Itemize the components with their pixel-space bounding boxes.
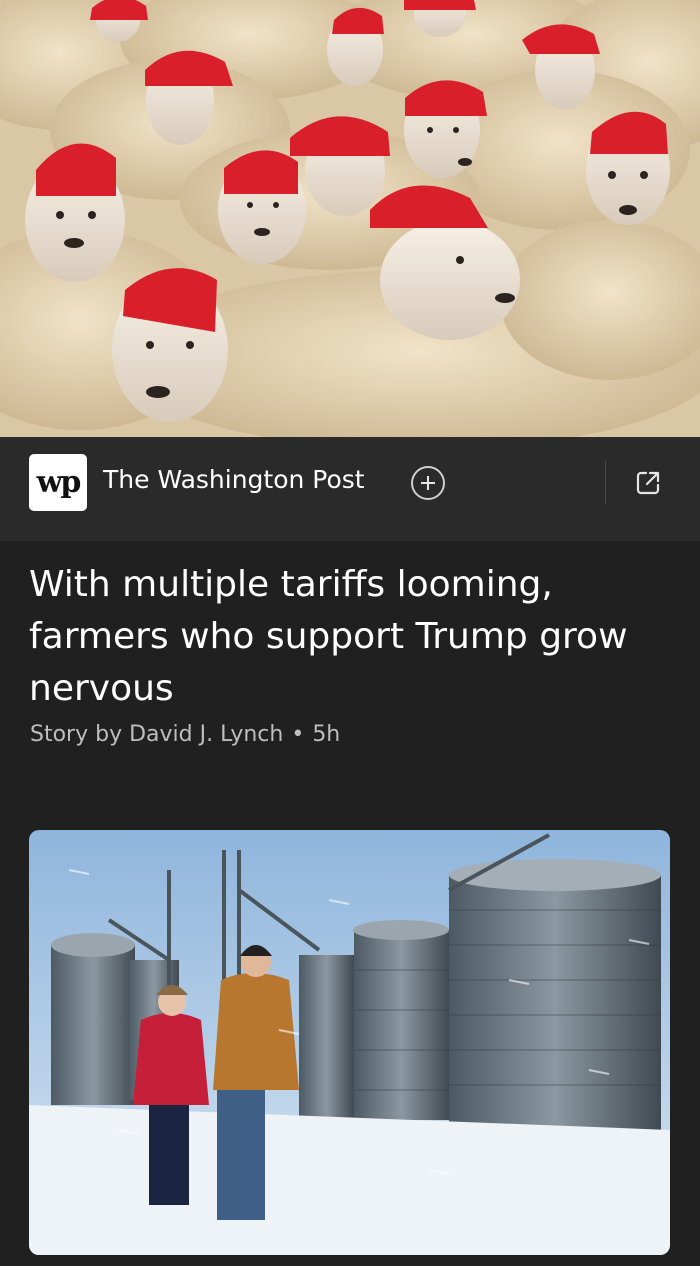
byline: Story by David J. Lynch • 5h	[30, 722, 340, 747]
byline-prefix: Story by	[30, 722, 123, 747]
article-image[interactable]	[29, 830, 670, 1255]
publisher-logo[interactable]: wp	[29, 454, 87, 511]
sheep-photo	[0, 0, 700, 437]
hero-image[interactable]	[0, 0, 700, 437]
farmers-silos-photo	[29, 830, 670, 1255]
publisher-name[interactable]: The Washington Post	[103, 465, 365, 494]
article-headline[interactable]: With multiple tariffs looming, farmers w…	[29, 559, 669, 715]
follow-publisher-button[interactable]	[411, 466, 445, 500]
byline-separator: •	[291, 722, 305, 747]
external-link-icon	[636, 471, 660, 495]
open-external-button[interactable]	[634, 469, 662, 497]
divider	[605, 460, 606, 504]
author-name[interactable]: David J. Lynch	[129, 722, 283, 747]
plus-icon	[421, 476, 435, 490]
article-age: 5h	[312, 722, 341, 747]
